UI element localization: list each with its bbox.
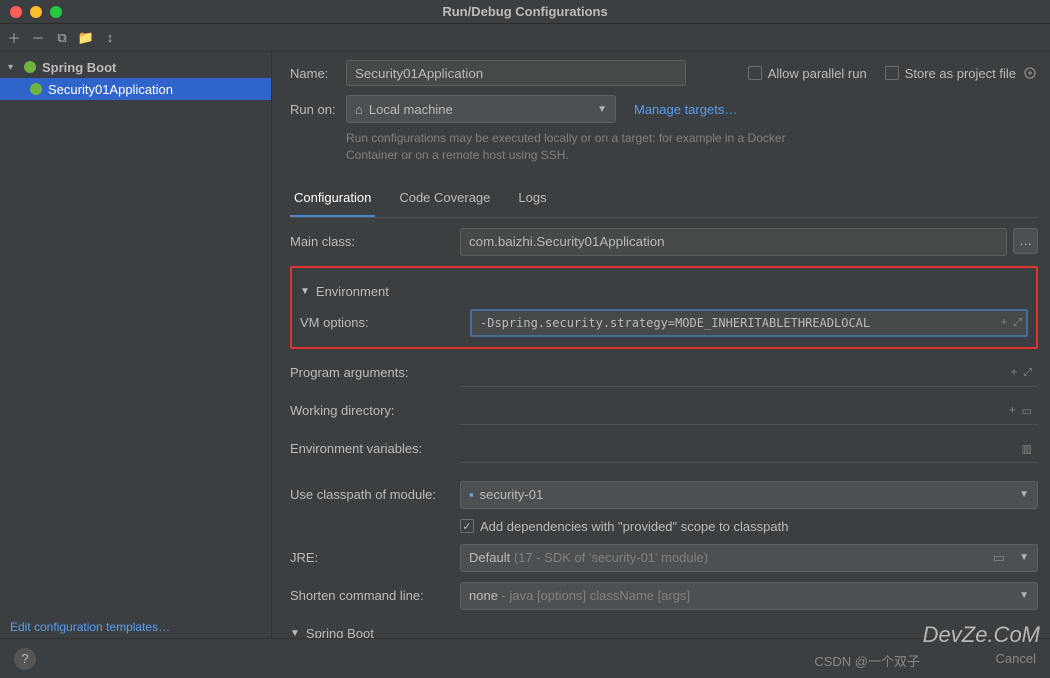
program-args-label: Program arguments: <box>290 365 460 380</box>
copy-icon[interactable]: ⧉ <box>54 30 70 46</box>
plus-icon[interactable]: + <box>1001 316 1007 329</box>
remove-icon[interactable]: － <box>30 30 46 46</box>
tab-logs[interactable]: Logs <box>514 182 550 217</box>
expand-icon[interactable]: ⤢ <box>1013 316 1022 329</box>
browse-class-button[interactable]: … <box>1013 228 1038 254</box>
home-icon: ⌂ <box>355 102 363 117</box>
tab-configuration[interactable]: Configuration <box>290 182 375 217</box>
sidebar: ▾ Spring Boot Security01Application <box>0 52 272 638</box>
environment-section[interactable]: ▼ Environment <box>300 284 1028 299</box>
add-deps-checkbox[interactable] <box>460 519 474 533</box>
watermark-author: CSDN @一个双子 <box>814 651 920 670</box>
chevron-down-icon: ▾ <box>8 62 18 73</box>
chevron-down-icon: ▼ <box>1019 590 1029 601</box>
classpath-label: Use classpath of module: <box>290 487 460 502</box>
vm-options-label: VM options: <box>300 315 470 330</box>
close-icon[interactable] <box>10 6 22 18</box>
vm-options-input[interactable] <box>470 309 1028 337</box>
environment-highlight: ▼ Environment VM options: + ⤢ <box>290 266 1038 349</box>
jre-hint: (17 - SDK of 'security-01' module) <box>514 550 708 565</box>
chevron-down-icon: ▼ <box>300 286 310 297</box>
allow-parallel-checkbox[interactable] <box>748 66 762 80</box>
chevron-down-icon: ▼ <box>597 104 607 115</box>
shorten-hint: - java [options] className [args] <box>502 588 691 603</box>
sort-icon[interactable]: ↕ <box>102 30 118 46</box>
tree-root-label: Spring Boot <box>42 60 116 75</box>
titlebar: Run/Debug Configurations <box>0 0 1050 24</box>
run-on-value: Local machine <box>369 102 453 117</box>
shorten-prefix: none <box>469 588 498 603</box>
spring-boot-icon <box>28 81 44 97</box>
folder-icon[interactable]: ▭ <box>993 550 1005 566</box>
main-class-input[interactable] <box>460 228 1007 256</box>
edit-templates-link[interactable]: Edit configuration templates… <box>10 620 170 634</box>
chevron-down-icon: ▼ <box>1019 552 1029 563</box>
folder-icon[interactable]: ▭ <box>1022 404 1032 417</box>
watermark-brand: DevZe.CoM <box>923 622 1040 648</box>
plus-icon[interactable]: + <box>1011 366 1017 379</box>
working-dir-input[interactable] <box>460 397 1038 425</box>
toolbar: ＋ － ⧉ 📁 ↕ <box>0 24 1050 52</box>
window-controls <box>0 6 62 18</box>
main-class-label: Main class: <box>290 234 460 249</box>
classpath-value: security-01 <box>480 487 544 502</box>
name-label: Name: <box>290 66 346 81</box>
program-args-input[interactable] <box>460 359 1038 387</box>
maximize-icon[interactable] <box>50 6 62 18</box>
module-icon: ▪ <box>469 487 474 502</box>
content-panel: Name: Allow parallel run Store as projec… <box>272 52 1050 638</box>
window-title: Run/Debug Configurations <box>442 4 607 19</box>
chevron-down-icon: ▼ <box>1019 489 1029 500</box>
add-icon[interactable]: ＋ <box>6 30 22 46</box>
folder-icon[interactable]: 📁 <box>78 30 94 46</box>
classpath-dropdown[interactable]: ▪ security-01 ▼ <box>460 481 1038 509</box>
tab-code-coverage[interactable]: Code Coverage <box>395 182 494 217</box>
chevron-down-icon: ▼ <box>290 628 300 638</box>
store-as-file-checkbox[interactable] <box>885 66 899 80</box>
jre-label: JRE: <box>290 550 460 565</box>
run-on-label: Run on: <box>290 102 346 117</box>
expand-icon[interactable]: ⤢ <box>1023 366 1032 379</box>
shorten-dropdown[interactable]: none - java [options] className [args] ▼ <box>460 582 1038 610</box>
jre-dropdown[interactable]: Default (17 - SDK of 'security-01' modul… <box>460 544 1038 572</box>
list-icon[interactable]: ▥ <box>1022 442 1032 455</box>
store-as-file-label: Store as project file <box>905 66 1016 81</box>
gear-icon[interactable] <box>1022 65 1038 81</box>
env-vars-label: Environment variables: <box>290 441 460 456</box>
jre-prefix: Default <box>469 550 510 565</box>
manage-targets-link[interactable]: Manage targets… <box>634 102 737 117</box>
tabs: Configuration Code Coverage Logs <box>290 182 1038 218</box>
tree-item-security01[interactable]: Security01Application <box>0 78 271 100</box>
run-on-hint: Run configurations may be executed local… <box>346 130 790 164</box>
allow-parallel-label: Allow parallel run <box>768 66 867 81</box>
tree-root-spring-boot[interactable]: ▾ Spring Boot <box>0 56 271 78</box>
spring-boot-label: Spring Boot <box>306 626 374 638</box>
tree-item-label: Security01Application <box>48 82 173 97</box>
plus-icon[interactable]: + <box>1009 404 1015 417</box>
minimize-icon[interactable] <box>30 6 42 18</box>
shorten-label: Shorten command line: <box>290 588 460 603</box>
cancel-button[interactable]: Cancel <box>996 651 1036 666</box>
working-dir-label: Working directory: <box>290 403 460 418</box>
add-deps-label: Add dependencies with "provided" scope t… <box>480 519 788 534</box>
env-vars-input[interactable] <box>460 435 1038 463</box>
help-button[interactable]: ? <box>14 648 36 670</box>
spring-boot-icon <box>22 59 38 75</box>
name-input[interactable] <box>346 60 686 86</box>
run-on-dropdown[interactable]: ⌂ Local machine ▼ <box>346 95 616 123</box>
environment-label: Environment <box>316 284 389 299</box>
